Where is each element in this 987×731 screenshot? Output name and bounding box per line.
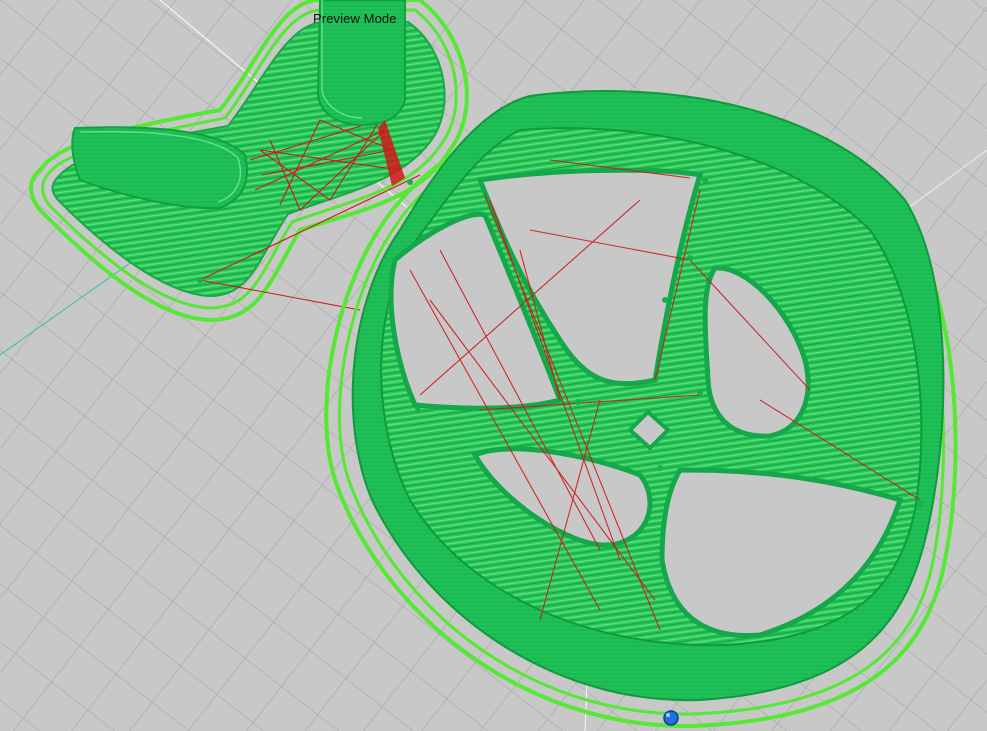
preview-scene: [0, 0, 987, 731]
nozzle-position-icon: [663, 710, 679, 726]
preview-mode-label: Preview Mode: [313, 11, 397, 26]
3d-preview-viewport[interactable]: Preview Mode: [0, 0, 987, 731]
